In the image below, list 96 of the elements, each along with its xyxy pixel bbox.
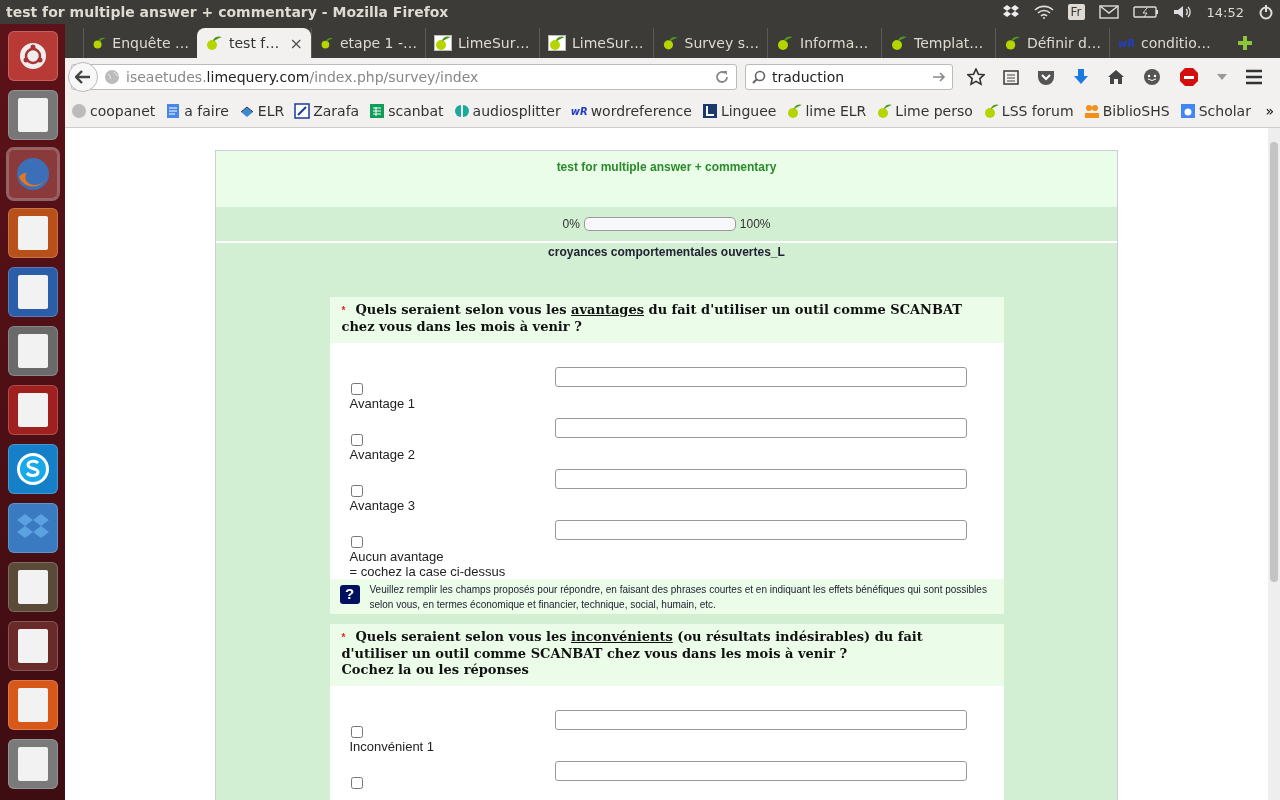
- lime-icon: [1004, 35, 1021, 51]
- group-title: croyances comportementales ouvertes_L: [547, 245, 786, 259]
- adblock-icon[interactable]: [1179, 66, 1199, 87]
- progress-start-label: 0%: [562, 217, 580, 231]
- split-circle-icon: [453, 103, 470, 119]
- lime-icon: [876, 103, 893, 119]
- bookmark-link[interactable]: Linguee: [701, 103, 777, 119]
- survey-title: test for multiple answer + commentary: [556, 160, 777, 174]
- checkbox[interactable]: [350, 726, 363, 738]
- envelope-icon[interactable]: [1098, 5, 1119, 19]
- wifi-icon[interactable]: [1033, 5, 1054, 19]
- checkbox[interactable]: [350, 383, 363, 395]
- fox-globe-icon[interactable]: [7, 149, 58, 199]
- bookmark-link[interactable]: BiblioSHS: [1083, 103, 1170, 119]
- bookmark-link[interactable]: coopanet: [71, 103, 156, 119]
- reload-icon[interactable]: [714, 68, 730, 85]
- scrollbar[interactable]: [1268, 128, 1280, 800]
- window-title: test for multiple answer + commentary - Mozilla Firefox: [6, 4, 449, 20]
- question-text: * Quels seraient selon vous les avantages du fait d'utiliser un outil comme SCANBAT chez vous dans les mois à venir ?: [341, 302, 963, 335]
- site-logo: wR: [570, 105, 588, 117]
- bookmark-link[interactable]: audiosplitter: [453, 103, 561, 119]
- site-logo: wR: [1118, 37, 1135, 49]
- browser-tab[interactable]: test f… ×: [197, 28, 311, 58]
- comment-field[interactable]: [554, 520, 967, 540]
- option-label: Inconvénient 1: [349, 739, 435, 754]
- lime-icon: [205, 35, 223, 51]
- ubuntu-logo-icon[interactable]: [7, 31, 58, 81]
- pen-square-icon: [294, 103, 311, 119]
- comment-field[interactable]: [554, 710, 967, 730]
- address-bar[interactable]: iseaetudes.limequery.com/index.php/survey/index: [71, 63, 737, 90]
- bookmark-link[interactable]: lime ELR: [786, 103, 867, 119]
- option-label: Avantage 1: [349, 396, 416, 411]
- back-arrow-icon: [75, 69, 91, 84]
- speaker-icon[interactable]: [1172, 5, 1193, 19]
- globe-icon: [71, 103, 87, 119]
- url-text: iseaetudes.limequery.com/index.php/survey/index: [126, 68, 480, 85]
- scrollbar-thumb[interactable]: [1270, 142, 1278, 582]
- option-label: Aucun avantage: [349, 549, 444, 564]
- reading-list-icon[interactable]: [1003, 68, 1019, 85]
- lime-icon: [320, 35, 334, 51]
- question-text: * Quels seraient selon vous les inconvénients (ou résultats indésirables) du fait d'utiliser un outil comme SCANBAT chez vous dans les mois à venir ?: [341, 629, 924, 662]
- globe-icon: [104, 68, 120, 85]
- bookmark-link[interactable]: wR wordreference: [570, 103, 692, 119]
- bookmark-link[interactable]: a faire: [165, 103, 229, 119]
- pocket-icon[interactable]: [1037, 68, 1055, 85]
- help-text: Veuillez remplir les champs proposés pour répondre, en faisant des phrases courtes et en indiquant les effets bénéfiques qui sont possibles selon vous, en termes économique et financier, technique, social, humain, etc.: [369, 583, 988, 612]
- new-tab-plus-icon[interactable]: [1237, 35, 1253, 51]
- power-icon[interactable]: [1258, 4, 1274, 20]
- back-button[interactable]: [68, 61, 98, 92]
- open-box-icon[interactable]: [7, 503, 58, 553]
- bookmark-link[interactable]: scanbat: [369, 103, 444, 119]
- comment-field[interactable]: [554, 469, 967, 489]
- chat-bubble-icon[interactable]: [1143, 67, 1161, 86]
- bookmark-link[interactable]: Zarafa: [294, 103, 360, 119]
- option-label: Avantage 3: [349, 498, 416, 513]
- lime-icon: [982, 103, 999, 119]
- comment-field[interactable]: [554, 418, 967, 438]
- lime-icon: [786, 103, 803, 119]
- close-tab-button[interactable]: ×: [289, 33, 303, 53]
- comment-field[interactable]: [554, 367, 967, 387]
- help-icon: ?: [339, 585, 360, 604]
- more-bookmarks-button[interactable]: »: [1265, 103, 1274, 119]
- people-icon: [1083, 103, 1100, 119]
- bookmark-link[interactable]: LSS forum: [982, 103, 1074, 119]
- lime-icon: [92, 35, 107, 51]
- question-instruction: Cochez la ou les réponses: [341, 662, 530, 678]
- bookmark-link[interactable]: ELR: [238, 103, 285, 119]
- checkbox[interactable]: [350, 434, 363, 446]
- checkbox[interactable]: [350, 485, 363, 497]
- l-logo-icon: [701, 103, 718, 119]
- option-note: = cochez la case ci-dessus: [349, 564, 506, 579]
- comment-field[interactable]: [554, 761, 967, 781]
- search-field[interactable]: traduction: [745, 63, 953, 90]
- home-icon[interactable]: [1107, 68, 1125, 85]
- scholar-icon: [1179, 103, 1196, 119]
- clock-time[interactable]: 14:52: [1206, 4, 1244, 20]
- lime-icon: [548, 35, 566, 51]
- arrow-right-icon[interactable]: [932, 70, 946, 83]
- chat-s-icon[interactable]: [7, 444, 58, 494]
- progress-end-label: 100%: [739, 217, 771, 231]
- lime-icon: [890, 35, 908, 51]
- checkbox[interactable]: [350, 536, 363, 548]
- menu-icon[interactable]: [1245, 68, 1263, 85]
- bookmark-link[interactable]: Lime perso: [876, 103, 973, 119]
- lime-icon: [776, 35, 794, 51]
- download-icon[interactable]: [1073, 67, 1089, 86]
- battery-icon[interactable]: [1132, 5, 1159, 19]
- keyboard-layout-indicator[interactable]: Fr: [1067, 4, 1085, 20]
- checkbox[interactable]: [350, 777, 363, 789]
- star-icon[interactable]: [967, 67, 985, 86]
- search-icon: [752, 69, 766, 84]
- bookmark-link[interactable]: Scholar: [1179, 103, 1251, 119]
- dropbox-icon[interactable]: [1001, 4, 1020, 20]
- option-label: Avantage 2: [349, 447, 416, 462]
- lime-icon: [434, 35, 452, 51]
- lime-icon: [662, 35, 679, 51]
